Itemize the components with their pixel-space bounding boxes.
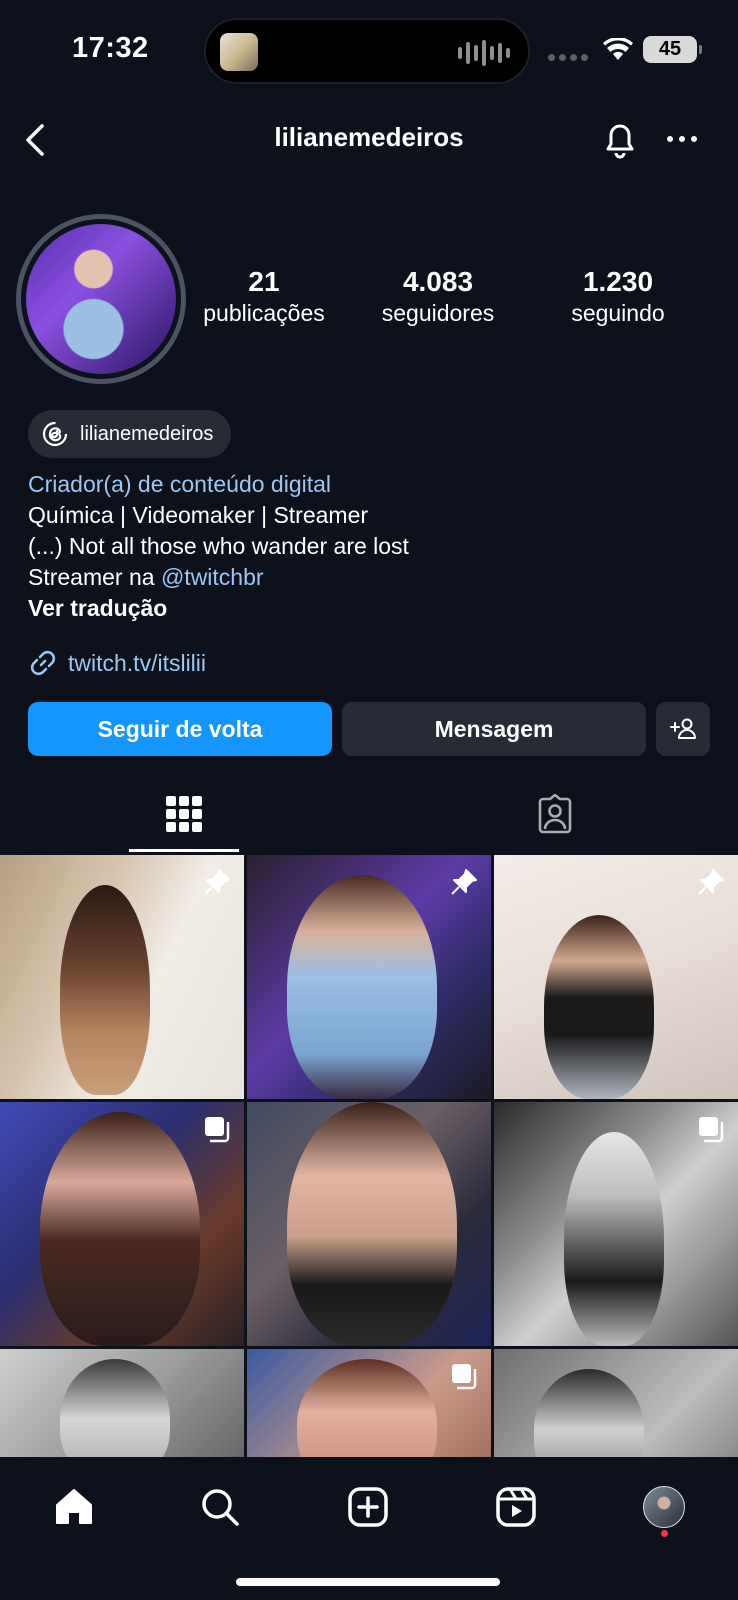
avatar-image	[26, 224, 176, 374]
carousel-icon	[452, 1364, 477, 1390]
post-thumbnail[interactable]	[494, 1349, 738, 1457]
battery-indicator: 45	[643, 36, 702, 63]
profile-bio: Criador(a) de conteúdo digital Química |…	[28, 469, 409, 624]
stat-following-label: seguindo	[571, 300, 665, 326]
pin-icon	[451, 869, 477, 895]
nav-create[interactable]	[338, 1477, 398, 1537]
stat-posts-count: 21	[248, 266, 280, 297]
bio-line-3-text: Streamer na	[28, 564, 161, 590]
clock: 17:32	[72, 32, 149, 64]
tagged-person-icon	[538, 794, 572, 834]
stat-posts-label: publicações	[203, 300, 325, 326]
posts-grid	[0, 855, 738, 1457]
profile-website-link[interactable]: twitch.tv/itslilii	[28, 648, 206, 678]
nav-reels[interactable]	[486, 1477, 546, 1537]
stat-posts[interactable]: 21 publicações	[190, 266, 338, 327]
post-thumbnail[interactable]	[0, 1102, 244, 1346]
add-person-icon	[670, 718, 696, 739]
stat-followers[interactable]: 4.083 seguidores	[338, 266, 538, 327]
stat-following[interactable]: 1.230 seguindo	[538, 266, 698, 327]
search-icon	[202, 1489, 239, 1526]
post-thumbnail[interactable]	[494, 1102, 738, 1346]
profile-avatar[interactable]	[16, 214, 186, 384]
dynamic-island[interactable]	[204, 18, 530, 84]
suggested-users-button[interactable]	[656, 702, 710, 756]
stat-followers-label: seguidores	[381, 300, 495, 326]
status-bar: 17:32 45	[0, 0, 738, 100]
cellular-signal-icon	[548, 54, 588, 61]
bio-mention-link[interactable]: @twitchbr	[161, 564, 264, 590]
more-options-icon[interactable]	[664, 124, 700, 154]
now-playing-thumbnail	[220, 33, 258, 71]
profile-tabs	[0, 775, 738, 853]
post-thumbnail[interactable]	[247, 1102, 491, 1346]
post-thumbnail[interactable]	[247, 1349, 491, 1457]
post-thumbnail[interactable]	[0, 1349, 244, 1457]
pin-icon	[204, 869, 230, 895]
post-thumbnail[interactable]	[0, 855, 244, 1099]
website-link-text: twitch.tv/itslilii	[68, 649, 207, 676]
threads-profile-chip[interactable]: lilianemedeiros	[28, 410, 232, 458]
profile-stats: 21 publicações 4.083 seguidores 1.230 se…	[190, 266, 738, 327]
tab-tagged[interactable]	[500, 775, 610, 853]
bio-line-3: Streamer na @twitchbr	[28, 562, 409, 593]
bio-category[interactable]: Criador(a) de conteúdo digital	[28, 469, 409, 500]
tab-posts-grid[interactable]	[129, 775, 239, 853]
carousel-icon	[699, 1117, 724, 1143]
post-thumbnail[interactable]	[247, 855, 491, 1099]
wifi-icon	[603, 38, 633, 60]
threads-icon	[42, 421, 68, 447]
profile-header: lilianemedeiros	[0, 112, 738, 168]
reels-icon	[496, 1487, 536, 1527]
threads-chip-label: lilianemedeiros	[80, 422, 214, 445]
bio-line-2: (...) Not all those who wander are lost	[28, 533, 409, 559]
message-button[interactable]: Mensagem	[342, 702, 646, 756]
home-indicator	[236, 1578, 500, 1586]
profile-notification-dot	[661, 1530, 668, 1537]
follow-back-button[interactable]: Seguir de volta	[28, 702, 332, 756]
add-post-icon	[348, 1487, 388, 1527]
nav-search[interactable]	[190, 1477, 250, 1537]
carousel-icon	[205, 1117, 230, 1143]
see-translation-link[interactable]: Ver tradução	[28, 593, 409, 624]
profile-avatar-icon	[643, 1486, 685, 1528]
bio-line-1: Química | Videomaker | Streamer	[28, 502, 369, 528]
audio-wave-icon	[458, 40, 510, 66]
home-icon	[56, 1489, 92, 1524]
stat-following-count: 1.230	[582, 266, 654, 297]
grid-icon	[166, 796, 202, 832]
post-thumbnail[interactable]	[494, 855, 738, 1099]
notification-bell-icon[interactable]	[600, 118, 640, 160]
stat-followers-count: 4.083	[402, 266, 474, 297]
link-icon	[30, 650, 56, 676]
nav-profile[interactable]	[634, 1477, 694, 1537]
active-tab-indicator	[129, 849, 239, 852]
nav-home[interactable]	[44, 1477, 104, 1537]
pin-icon	[698, 869, 724, 895]
